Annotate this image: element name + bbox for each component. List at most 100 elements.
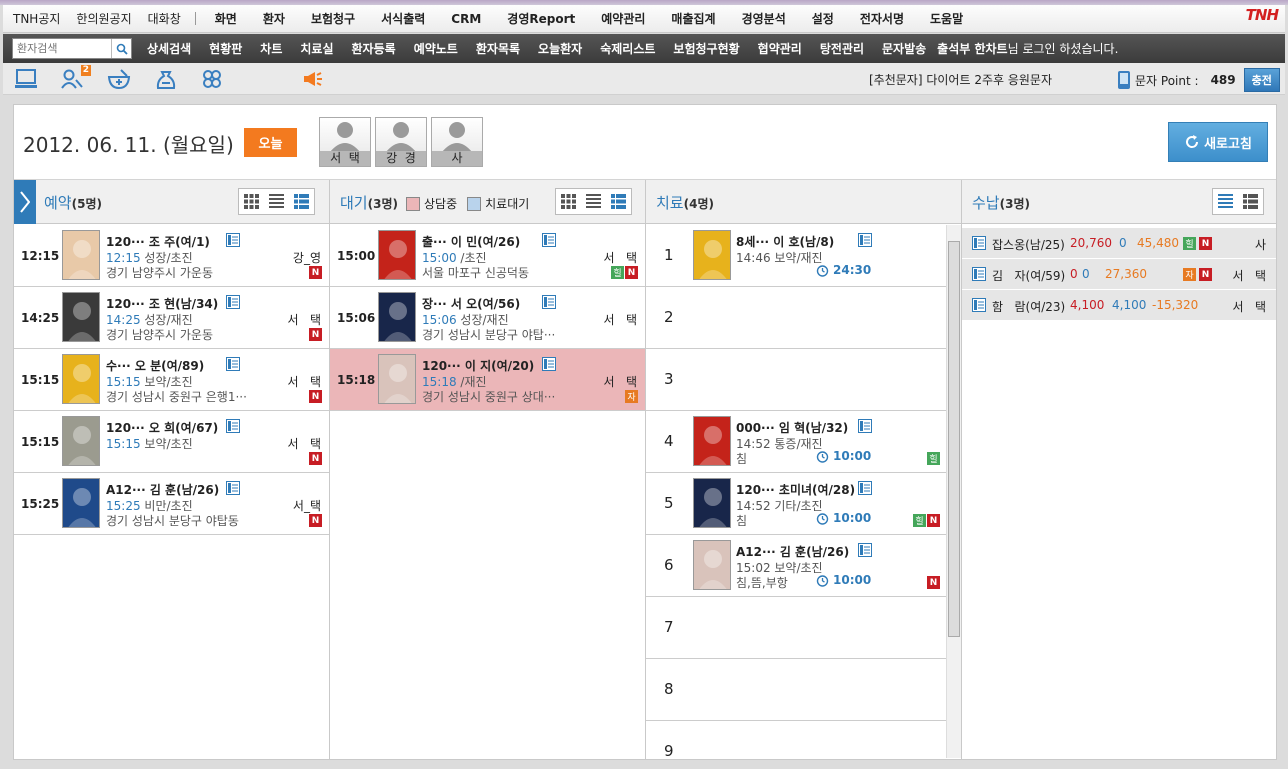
- grid-view-icon[interactable]: [556, 189, 581, 214]
- menu-crm[interactable]: CRM: [438, 12, 494, 26]
- detail-view-icon[interactable]: [289, 189, 314, 214]
- memo-icon[interactable]: [542, 233, 556, 247]
- nav-sms-send[interactable]: 문자발송: [873, 40, 935, 57]
- monitor-icon[interactable]: [13, 67, 39, 91]
- scrollbar-thumb[interactable]: [948, 241, 960, 637]
- list-view-icon[interactable]: [1213, 189, 1238, 214]
- nav-claim-status[interactable]: 보험청구현황: [664, 40, 748, 57]
- doctor-filter-3[interactable]: 사: [431, 117, 483, 167]
- alarm-clock-icon: [816, 512, 829, 525]
- memo-icon[interactable]: [858, 543, 872, 557]
- nav-chart[interactable]: 차트: [251, 40, 291, 57]
- nav-status-board[interactable]: 현황판: [200, 40, 251, 57]
- treatment-scrollbar[interactable]: [946, 225, 961, 758]
- patient-search-icon[interactable]: 2: [59, 65, 91, 91]
- patient-name: 출··· 이 민(여/26): [422, 235, 521, 249]
- megaphone-icon[interactable]: [299, 67, 325, 91]
- memo-icon[interactable]: [972, 298, 986, 312]
- menu-e-sign[interactable]: 전자서명: [847, 10, 917, 27]
- treatment-bed[interactable]: 8: [646, 659, 947, 721]
- nav-reservation-note[interactable]: 예약노트: [405, 40, 467, 57]
- treatment-bed[interactable]: 2: [646, 287, 947, 349]
- treatment-bed[interactable]: 3: [646, 349, 947, 411]
- treatment-bed[interactable]: 9: [646, 721, 947, 759]
- patient-card[interactable]: 15:15 120··· 오 희(여/67) 15:15 보약/초진 서 택N: [14, 411, 329, 473]
- memo-icon[interactable]: [226, 481, 240, 495]
- nav-decoction[interactable]: 탕전관리: [811, 40, 873, 57]
- nav-patient-register[interactable]: 환자등록: [343, 40, 405, 57]
- menu-tnh-notice[interactable]: TNH공지: [3, 10, 68, 27]
- nav-homework-list[interactable]: 숙제리스트: [591, 40, 664, 57]
- treatment-bed[interactable]: 6 A12··· 김 훈(남/26) 15:02 보약/초진 침,뜸,부항 10:00 N: [646, 535, 947, 597]
- patient-card[interactable]: 15:06 장··· 서 오(여/56) 15:06 성장/재진 경기 성남시 분당구…: [330, 287, 645, 349]
- clover-icon[interactable]: [199, 67, 225, 91]
- payment-row[interactable]: 김 자(여/59) 0 0 27,360 자 N 서 택: [962, 259, 1276, 290]
- bed-number: 7: [664, 618, 674, 636]
- menu-report[interactable]: 경영Report: [494, 10, 588, 27]
- list-view-icon[interactable]: [264, 189, 289, 214]
- memo-icon[interactable]: [226, 357, 240, 371]
- treatment-bed[interactable]: 4 000··· 임 혁(남/32) 14:52 통증/재진 침 10:00 힐: [646, 411, 947, 473]
- menu-form-print[interactable]: 서식출력: [368, 10, 438, 27]
- today-button[interactable]: 오늘: [244, 128, 297, 157]
- bed-number: 4: [664, 432, 674, 450]
- grid-view-icon[interactable]: [239, 189, 264, 214]
- memo-icon[interactable]: [542, 357, 556, 371]
- memo-icon[interactable]: [972, 267, 986, 281]
- treatment-bed[interactable]: 5 120··· 초미녀(여/28) 14:52 기타/초진 침 10:00 힐 N: [646, 473, 947, 535]
- detail-view-icon[interactable]: [606, 189, 631, 214]
- detail-view-icon[interactable]: [1238, 189, 1263, 214]
- memo-icon[interactable]: [858, 233, 872, 247]
- points-label: 문자 Point :: [1135, 73, 1199, 88]
- doctor-filter-2[interactable]: 강 경: [375, 117, 427, 167]
- menu-screen[interactable]: 화면: [202, 10, 250, 27]
- heal-badge: 힐: [611, 266, 624, 279]
- login-user: 출석부 한차트: [937, 42, 1008, 56]
- menu-patient[interactable]: 환자: [250, 10, 298, 27]
- menu-chat[interactable]: 대화창: [140, 10, 189, 27]
- memo-icon[interactable]: [226, 419, 240, 433]
- refresh-button[interactable]: 새로고침: [1168, 122, 1268, 162]
- waiting-treat-swatch: [467, 196, 482, 211]
- nav-detail-search[interactable]: 상세검색: [132, 40, 200, 57]
- patient-card[interactable]: 15:25 A12··· 김 훈(남/26) 15:25 비만/초진 경기 성남시 분…: [14, 473, 329, 535]
- memo-icon[interactable]: [542, 295, 556, 309]
- nav-today-patients[interactable]: 오늘환자: [529, 40, 591, 57]
- nav-treatment-room[interactable]: 치료실: [291, 40, 342, 57]
- assigned-doctor: 서 택: [287, 375, 321, 389]
- patient-search-input[interactable]: [13, 39, 109, 58]
- patient-card[interactable]: 15:18 120··· 이 지(여/20) 15:18 /재진 경기 성남시 중원구…: [330, 349, 645, 411]
- memo-icon[interactable]: [226, 295, 240, 309]
- doctor-filter-1[interactable]: 서 택: [319, 117, 371, 167]
- refresh-icon: [1186, 135, 1199, 148]
- menu-insurance-claim[interactable]: 보험청구: [298, 10, 368, 27]
- nav-agreement[interactable]: 협약관리: [749, 40, 811, 57]
- list-view-icon[interactable]: [581, 189, 606, 214]
- charge-button[interactable]: 충전: [1243, 68, 1280, 92]
- menu-sales[interactable]: 매출집계: [658, 10, 728, 27]
- payment-row[interactable]: 함 람(여/23) 4,100 4,100 -15,320 서 택: [962, 290, 1276, 321]
- treatment-bed[interactable]: 1 8세··· 이 호(남/8) 14:46 보약/재진 24:30: [646, 225, 947, 287]
- memo-icon[interactable]: [858, 481, 872, 495]
- nav-patient-list[interactable]: 환자목록: [467, 40, 529, 57]
- patient-card[interactable]: 12:15 120··· 조 주(여/1) 12:15 성장/초진 경기 남양주시 가…: [14, 225, 329, 287]
- recommended-message[interactable]: [추천문자] 다이어트 2주후 응원문자: [869, 71, 1052, 88]
- memo-icon[interactable]: [972, 236, 986, 250]
- patient-card[interactable]: 15:00 출··· 이 민(여/26) 15:00 /초진 서울 마포구 신공덕동 서…: [330, 225, 645, 287]
- menu-reservation[interactable]: 예약관리: [588, 10, 658, 27]
- menu-settings[interactable]: 설정: [799, 10, 847, 27]
- menu-clinic-notice[interactable]: 한의원공지: [68, 10, 139, 27]
- collapse-arrow-icon[interactable]: [14, 180, 36, 224]
- medicine-bowl-icon[interactable]: [106, 67, 132, 91]
- herb-bag-icon[interactable]: [153, 67, 179, 91]
- menu-analysis[interactable]: 경영분석: [729, 10, 799, 27]
- assigned-doctor: 강_영: [292, 251, 321, 265]
- payment-row[interactable]: 잡스옹(남/25) 20,760 0 45,480 힐 N 사: [962, 228, 1276, 259]
- menu-help[interactable]: 도움말: [917, 10, 976, 27]
- patient-card[interactable]: 15:15 수··· 오 분(여/89) 15:15 보약/초진 경기 성남시 중원구…: [14, 349, 329, 411]
- memo-icon[interactable]: [226, 233, 240, 247]
- patient-card[interactable]: 14:25 120··· 조 현(남/34) 14:25 성장/재진 경기 남양주시 …: [14, 287, 329, 349]
- search-icon[interactable]: [111, 39, 131, 58]
- treatment-bed[interactable]: 7: [646, 597, 947, 659]
- memo-icon[interactable]: [858, 419, 872, 433]
